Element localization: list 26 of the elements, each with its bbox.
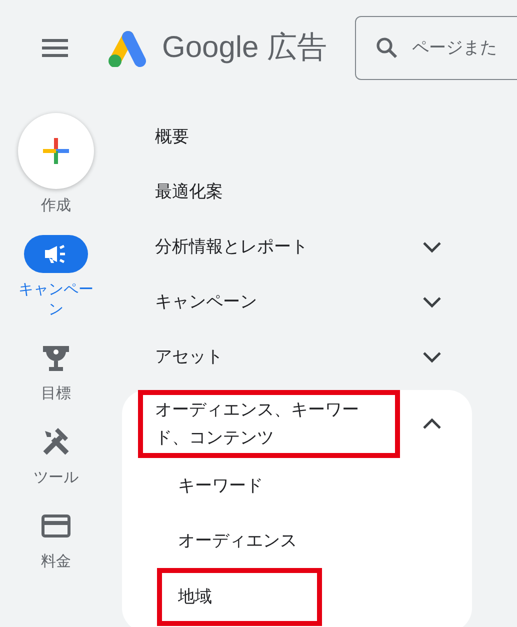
create-button[interactable] [18,113,94,189]
search-icon [375,36,400,60]
nav-label[interactable]: 作成 [14,195,98,215]
menu-item[interactable]: 分析情報とレポート [155,230,308,262]
submenu-item[interactable]: 地域 [157,568,322,626]
nav-label[interactable]: キャンペーン [14,279,98,319]
chevron-up-icon[interactable] [422,418,442,430]
menu-item[interactable]: アセット [155,340,223,372]
brand-name: Google 広告 [162,30,328,66]
search-field[interactable]: ページまた [355,16,517,80]
logo-icon [106,28,148,66]
plus-icon [41,136,71,166]
submenu-item[interactable]: キーワード [178,472,263,500]
nav-label[interactable]: 料金 [14,551,98,571]
nav-label[interactable]: ツール [14,467,98,487]
chevron-down-icon[interactable] [422,350,442,362]
chevron-down-icon[interactable] [422,240,442,252]
menu-icon[interactable] [42,38,68,56]
chevron-down-icon[interactable] [422,296,442,308]
megaphone-icon[interactable] [24,235,88,273]
submenu-item[interactable]: オーディエンス [178,526,297,554]
menu-item[interactable]: キャンペーン [155,286,257,318]
menu-item[interactable]: 最適化案 [155,176,223,208]
menu-item[interactable]: 概要 [155,120,189,152]
nav-label[interactable]: 目標 [14,383,98,403]
menu-item[interactable]: オーディエンス、キーワード、コンテンツ [138,390,400,458]
